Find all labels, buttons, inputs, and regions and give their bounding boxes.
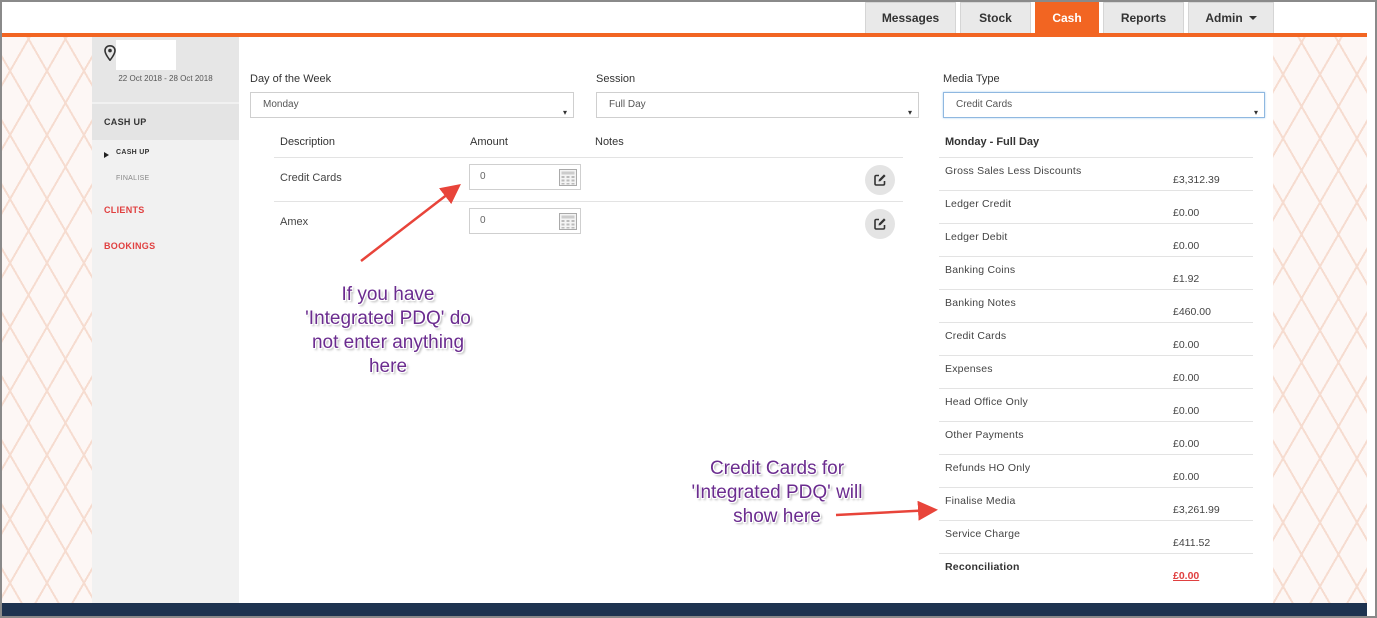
edit-icon — [874, 218, 886, 230]
map-pin-icon — [104, 45, 116, 61]
media-type-label: Media Type — [943, 73, 1000, 85]
date-range: 22 Oct 2018 - 28 Oct 2018 — [118, 74, 213, 83]
edit-note-button[interactable] — [865, 165, 895, 195]
edit-icon — [874, 174, 886, 186]
reconciliation-link[interactable]: £0.00 — [1173, 570, 1199, 582]
caret-right-icon — [104, 152, 109, 158]
column-header-notes: Notes — [595, 136, 624, 148]
summary-row: Expenses £0.00 — [939, 355, 1253, 388]
media-type-select[interactable]: Credit Cards ▾ — [943, 92, 1265, 118]
annotation-callout-finalise: Credit Cards for 'Integrated PDQ' will s… — [691, 458, 863, 527]
sidebar-item-bookings[interactable]: BOOKINGS — [92, 241, 239, 251]
column-header-description: Description — [280, 136, 336, 148]
location-name-box — [116, 40, 176, 70]
summary-row: Service Charge £411.52 — [939, 520, 1253, 553]
footer-bar — [2, 603, 1367, 616]
tab-reports[interactable]: Reports — [1103, 2, 1184, 33]
summary-row: Banking Notes £460.00 — [939, 289, 1253, 322]
annotation-callout-pdq: If you have 'Integrated PDQ' do not ente… — [305, 284, 471, 377]
sidebar-item-clients[interactable]: CLIENTS — [92, 205, 239, 215]
sidebar-section-cash-up[interactable]: CASH UP — [92, 104, 239, 140]
summary-row: Ledger Credit £0.00 — [939, 190, 1253, 223]
summary-row: Gross Sales Less Discounts £3,312.39 — [939, 157, 1253, 190]
location-header: 22 Oct 2018 - 28 Oct 2018 — [92, 37, 239, 102]
summary-row: Credit Cards £0.00 — [939, 322, 1253, 355]
column-header-amount: Amount — [470, 136, 508, 148]
summary-row: Other Payments £0.00 — [939, 421, 1253, 454]
calculator-icon[interactable] — [559, 169, 577, 186]
decorative-pattern-left — [2, 37, 92, 603]
amount-input[interactable]: 0 — [469, 164, 581, 190]
sidebar-item-finalise[interactable]: FINALISE — [92, 175, 239, 182]
calculator-icon[interactable] — [559, 213, 577, 230]
summary-row: Ledger Debit £0.00 — [939, 223, 1253, 256]
summary-row: Refunds HO Only £0.00 — [939, 454, 1253, 487]
row-description: Amex — [280, 216, 309, 228]
select-arrow-icon: ▾ — [1253, 108, 1258, 117]
session-label: Session — [596, 73, 636, 85]
edit-note-button[interactable] — [865, 209, 895, 239]
sidebar: 22 Oct 2018 - 28 Oct 2018 CASH UP CASH U… — [92, 37, 239, 603]
tab-admin[interactable]: Admin — [1188, 2, 1274, 33]
summary-row: Banking Coins £1.92 — [939, 256, 1253, 289]
table-divider — [274, 157, 903, 158]
sidebar-item-cash-up[interactable]: CASH UP — [92, 149, 239, 158]
chevron-down-icon — [1248, 16, 1257, 20]
tab-messages[interactable]: Messages — [865, 2, 956, 33]
session-select[interactable]: Full Day ▾ — [596, 92, 919, 118]
decorative-pattern-right — [1273, 37, 1367, 603]
summary-title: Monday - Full Day — [945, 136, 1040, 148]
row-description: Credit Cards — [280, 172, 342, 184]
amount-input[interactable]: 0 — [469, 208, 581, 234]
summary-row: Finalise Media £3,261.99 — [939, 487, 1253, 520]
table-divider — [274, 201, 903, 202]
tab-stock[interactable]: Stock — [960, 2, 1031, 33]
reconciliation-label: Reconciliation — [945, 561, 1020, 573]
select-arrow-icon: ▾ — [562, 108, 567, 117]
reconciliation-row: Reconciliation £0.00 — [939, 553, 1253, 586]
day-of-week-label: Day of the Week — [250, 73, 332, 85]
tab-cash[interactable]: Cash — [1035, 2, 1099, 33]
summary-row: Head Office Only £0.00 — [939, 388, 1253, 421]
select-arrow-icon: ▾ — [907, 108, 912, 117]
day-of-week-select[interactable]: Monday ▾ — [250, 92, 574, 118]
